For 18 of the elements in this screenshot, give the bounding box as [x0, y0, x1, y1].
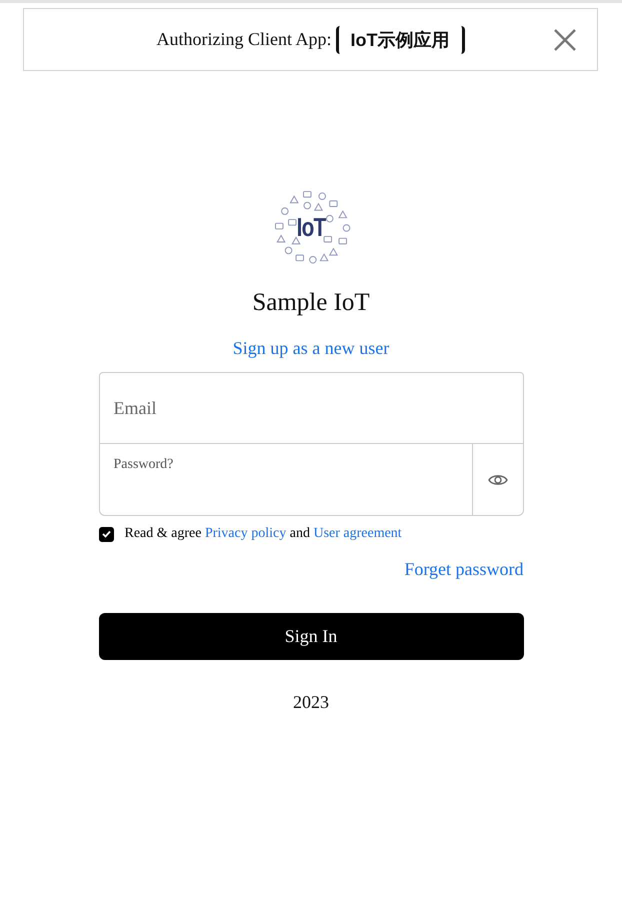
email-field[interactable]: Email — [98, 372, 524, 444]
user-agreement-link[interactable]: User agreement — [313, 526, 402, 541]
agreement-text: Read & agree Privacy policy and User agreement — [124, 526, 402, 542]
agree-checkbox[interactable] — [98, 526, 114, 542]
forgot-password-link[interactable]: Forget password — [404, 557, 524, 581]
signup-link[interactable]: Sign up as a new user — [232, 336, 390, 360]
password-field[interactable]: Password? — [98, 444, 472, 516]
footer-year: 2023 — [293, 692, 329, 713]
close-icon[interactable] — [554, 29, 576, 51]
logo-text: IoT — [296, 212, 326, 243]
eye-icon — [488, 472, 508, 486]
eye-button[interactable] — [472, 444, 524, 516]
check-icon — [102, 530, 110, 538]
app-title: Sample IoT — [252, 288, 370, 318]
privacy-policy-link[interactable]: Privacy policy — [204, 526, 286, 541]
header-label: Authorizing Client App: — [156, 29, 332, 50]
app-name: IoT示例应用 — [336, 26, 464, 54]
sign-in-button[interactable]: Sign In — [98, 613, 524, 660]
